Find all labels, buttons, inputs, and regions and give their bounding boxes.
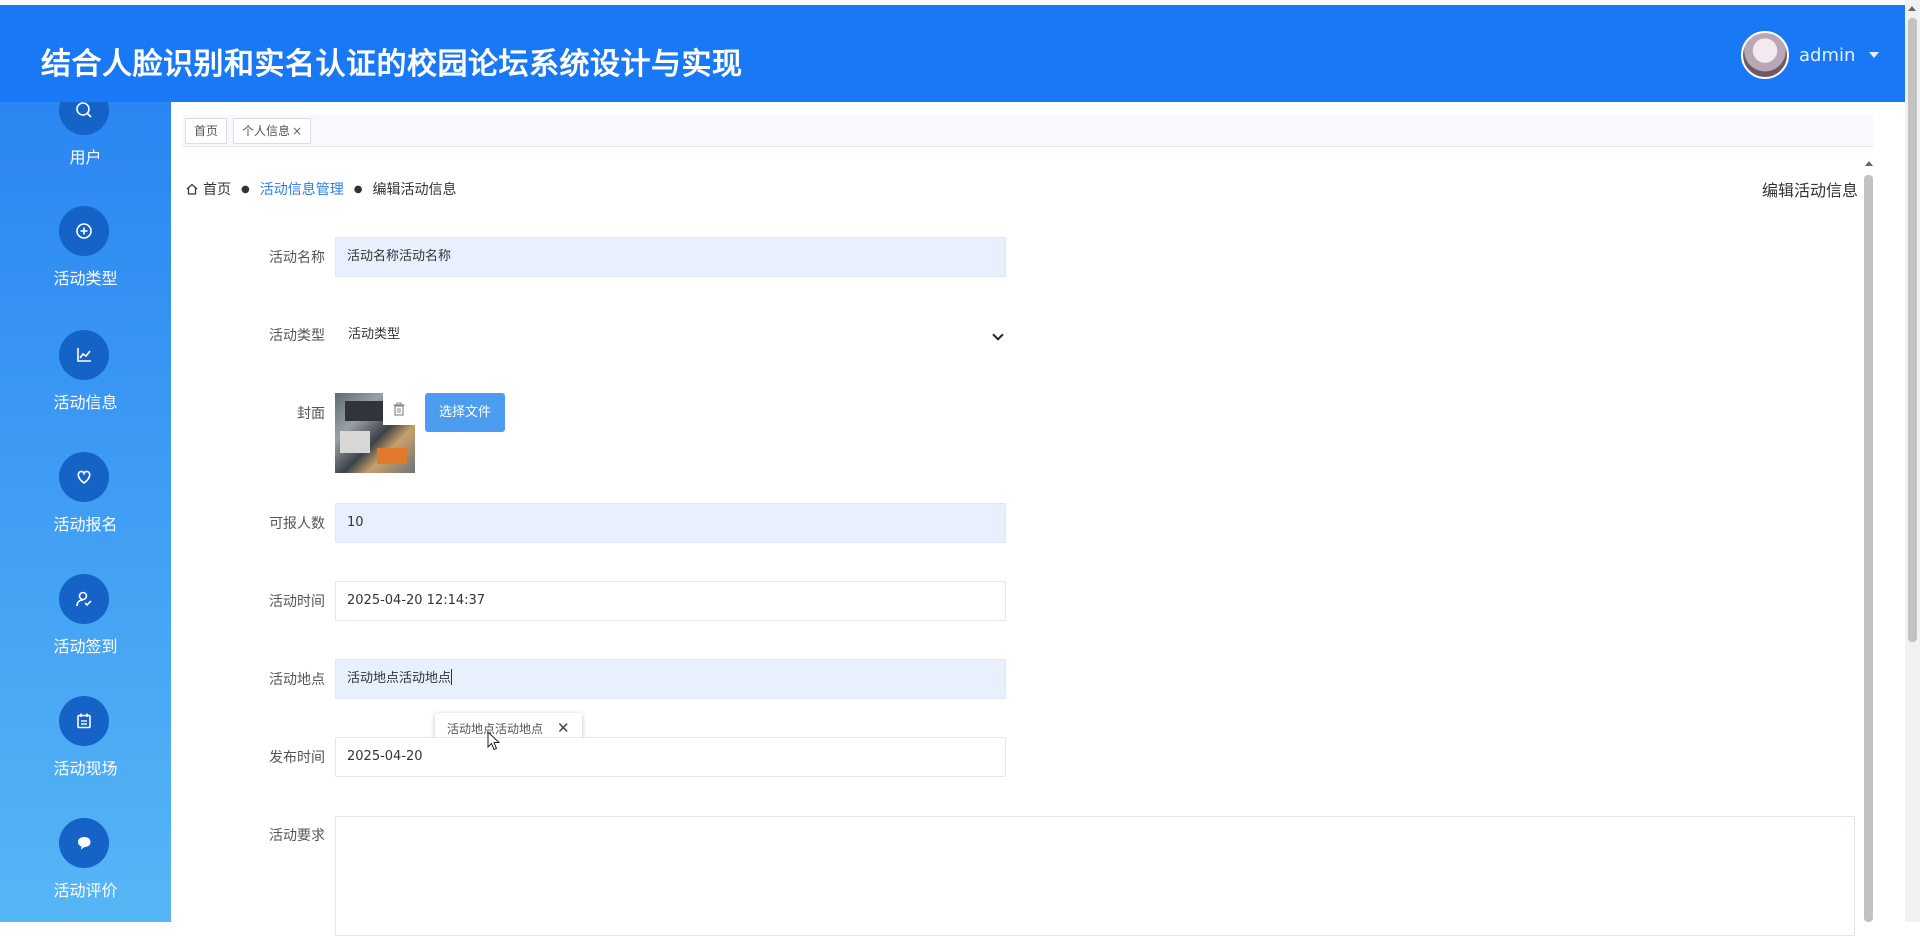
breadcrumb-current: 编辑活动信息 xyxy=(372,182,457,198)
content-scrollbar[interactable] xyxy=(1863,157,1875,922)
breadcrumb-separator: ● xyxy=(353,183,363,195)
chart-icon xyxy=(59,330,109,380)
calendar-icon xyxy=(59,696,109,746)
location-label: 活动地点 xyxy=(269,672,325,688)
breadcrumb-separator: ● xyxy=(241,183,250,195)
app-title: 结合人脸识别和实名认证的校园论坛系统设计与实现 xyxy=(41,47,743,82)
sidebar-item-users[interactable]: 用户 xyxy=(0,102,171,195)
sidebar-item-activity-info[interactable]: 活动信息 xyxy=(0,330,171,440)
cover-image xyxy=(335,393,415,473)
activity-type-select[interactable]: 活动类型 xyxy=(335,315,1006,355)
requirement-label: 活动要求 xyxy=(269,828,325,844)
tab-home[interactable]: 首页 xyxy=(185,118,228,144)
activity-time-label: 活动时间 xyxy=(269,594,325,610)
close-icon[interactable]: ✕ xyxy=(557,719,570,737)
close-icon[interactable]: × xyxy=(292,124,302,138)
breadcrumb: 首页 ● 活动信息管理 ● 编辑活动信息 xyxy=(185,179,456,199)
chevron-down-icon[interactable] xyxy=(1869,52,1880,58)
sidebar-item-label: 活动信息 xyxy=(53,393,118,412)
heart-icon xyxy=(59,452,109,502)
trash-icon xyxy=(393,402,405,416)
activity-name-label: 活动名称 xyxy=(269,250,325,266)
breadcrumb-parent[interactable]: 活动信息管理 xyxy=(260,179,344,199)
tab-label: 个人信息 xyxy=(242,124,291,138)
tab-label: 首页 xyxy=(194,124,219,138)
scroll-up-icon[interactable] xyxy=(1908,6,1916,11)
location-input[interactable]: 活动地点活动地点 xyxy=(335,659,1006,699)
page-scrollbar[interactable] xyxy=(1905,0,1920,922)
requirement-textarea[interactable] xyxy=(335,816,1855,936)
publish-time-label: 发布时间 xyxy=(269,750,325,766)
tab-bar: 首页 个人信息 × xyxy=(183,115,1873,147)
scrollbar-thumb[interactable] xyxy=(1908,18,1917,642)
comment-icon xyxy=(59,818,109,868)
chevron-down-icon xyxy=(992,329,1004,341)
delete-cover-button[interactable] xyxy=(383,393,415,425)
sidebar-item-label: 活动签到 xyxy=(53,637,118,656)
activity-name-input[interactable]: 活动名称活动名称 xyxy=(335,237,1006,277)
sidebar-item-activity-type[interactable]: 活动类型 xyxy=(0,206,171,316)
page-title: 编辑活动信息 xyxy=(1761,181,1858,200)
user-menu[interactable]: admin xyxy=(1741,30,1880,80)
mouse-pointer-icon xyxy=(487,731,501,751)
sidebar-item-label: 活动现场 xyxy=(53,759,118,778)
sidebar-item-label: 活动评价 xyxy=(53,881,118,900)
user-check-icon xyxy=(59,574,109,624)
sidebar-item-activity-checkin[interactable]: 活动签到 xyxy=(0,574,171,684)
breadcrumb-home[interactable]: 首页 xyxy=(203,179,231,199)
scrollbar-thumb[interactable] xyxy=(1864,175,1873,922)
main-content: 首页 ● 活动信息管理 ● 编辑活动信息 编辑活动信息 活动名称 活动名称活动名… xyxy=(183,157,1860,936)
capacity-label: 可报人数 xyxy=(269,516,325,532)
sidebar-item-label: 活动报名 xyxy=(53,515,118,534)
publish-time-input[interactable]: 2025-04-20 xyxy=(335,737,1006,777)
sidebar-item-activity-signup[interactable]: 活动报名 xyxy=(0,452,171,562)
location-value: 活动地点活动地点 xyxy=(347,671,452,686)
sidebar: 用户 活动类型 活动信息 活动报名 活动签到 活动现场 活动评价 xyxy=(0,102,171,922)
search-icon xyxy=(59,102,109,135)
text-cursor xyxy=(451,669,453,685)
choose-file-button[interactable]: 选择文件 xyxy=(425,393,505,432)
activity-type-label: 活动类型 xyxy=(269,328,325,344)
activity-type-selected: 活动类型 xyxy=(348,327,401,342)
avatar[interactable] xyxy=(1741,31,1789,79)
sidebar-item-label: 活动类型 xyxy=(53,269,118,288)
activity-time-input[interactable]: 2025-04-20 12:14:37 xyxy=(335,581,1006,621)
sidebar-item-label: 用户 xyxy=(69,148,102,167)
cover-label: 封面 xyxy=(297,406,325,422)
tab-profile[interactable]: 个人信息 × xyxy=(233,118,312,144)
plus-circle-icon xyxy=(59,206,109,256)
home-icon xyxy=(186,183,198,195)
user-name[interactable]: admin xyxy=(1799,45,1855,66)
sidebar-item-activity-site[interactable]: 活动现场 xyxy=(0,696,171,806)
sidebar-item-activity-review[interactable]: 活动评价 xyxy=(0,818,171,922)
top-header: 结合人脸识别和实名认证的校园论坛系统设计与实现 admin xyxy=(0,5,1905,102)
capacity-input[interactable]: 10 xyxy=(335,503,1006,543)
scroll-up-icon[interactable] xyxy=(1865,161,1873,166)
